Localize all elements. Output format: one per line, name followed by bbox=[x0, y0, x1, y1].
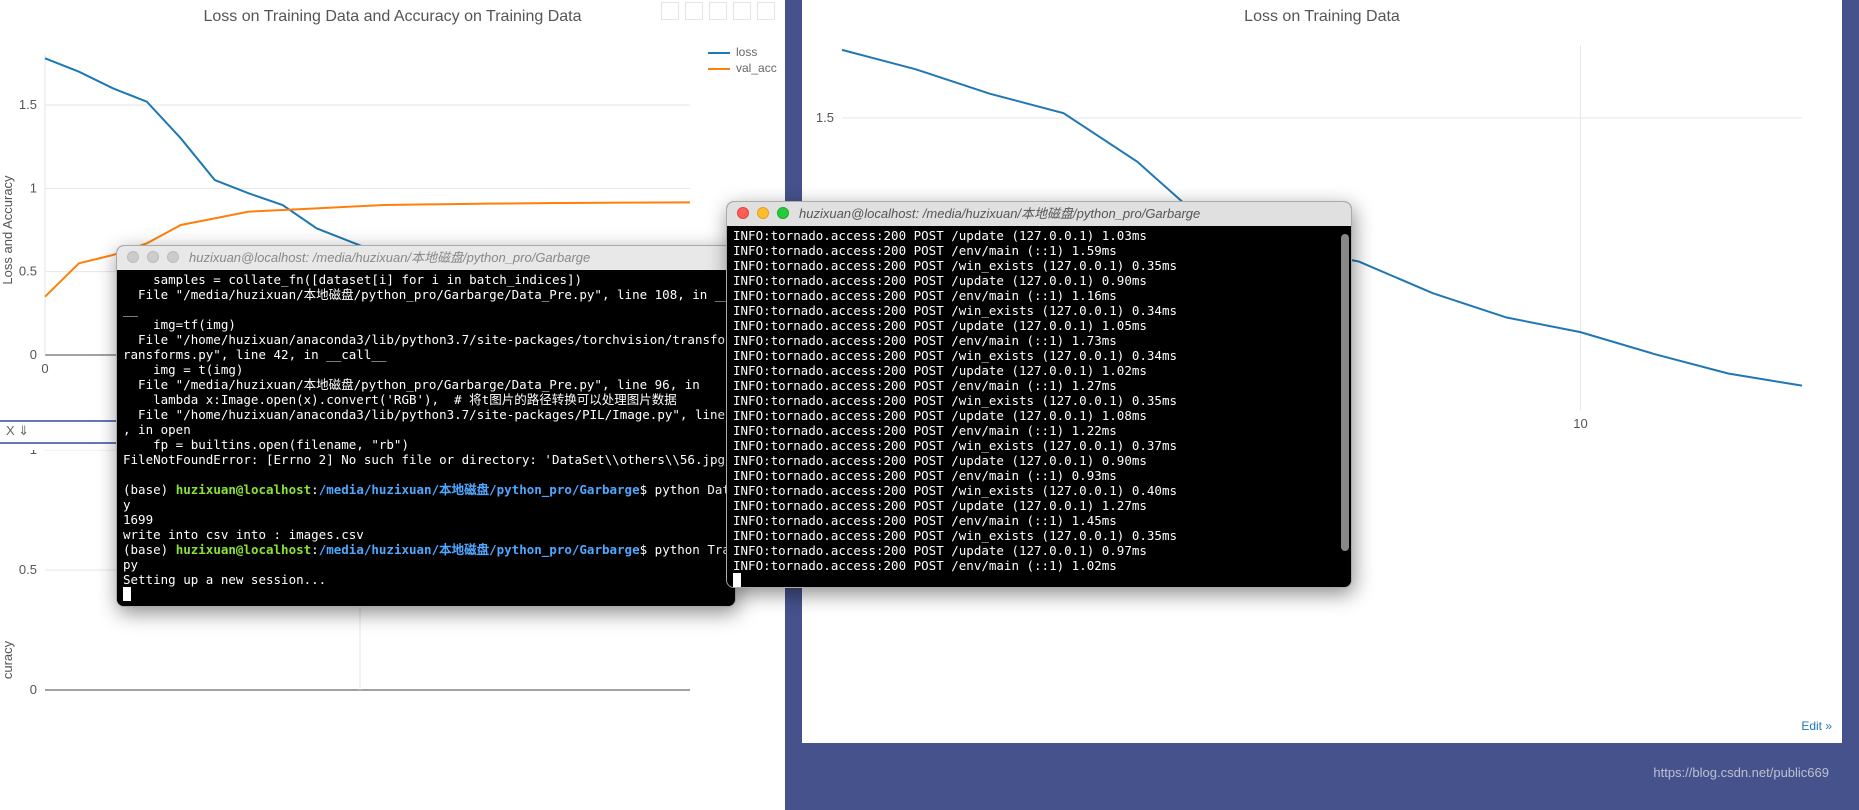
svg-text:0: 0 bbox=[30, 347, 37, 362]
terminal-right-body[interactable]: INFO:tornado.access:200 POST /update (12… bbox=[727, 226, 1351, 588]
svg-text:curacy: curacy bbox=[0, 640, 15, 679]
maximize-icon[interactable] bbox=[167, 251, 179, 263]
close-icon[interactable] bbox=[127, 251, 139, 263]
terminal-right-titlebar[interactable]: huzixuan@localhost: /media/huzixuan/本地磁盘… bbox=[727, 202, 1351, 226]
terminal-left-titlebar[interactable]: huzixuan@localhost: /media/huzixuan/本地磁盘… bbox=[117, 246, 735, 270]
terminal-left[interactable]: huzixuan@localhost: /media/huzixuan/本地磁盘… bbox=[116, 245, 736, 607]
scrollbar[interactable] bbox=[1341, 234, 1349, 551]
terminal-right[interactable]: huzixuan@localhost: /media/huzixuan/本地磁盘… bbox=[726, 201, 1352, 588]
minimize-icon[interactable] bbox=[147, 251, 159, 263]
terminal-title-text: huzixuan@localhost: /media/huzixuan/本地磁盘… bbox=[189, 250, 590, 265]
close-icon[interactable] bbox=[737, 207, 749, 219]
terminal-title-text: huzixuan@localhost: /media/huzixuan/本地磁盘… bbox=[799, 206, 1200, 221]
watermark: https://blog.csdn.net/public669 bbox=[1653, 765, 1829, 780]
svg-text:10: 10 bbox=[1573, 416, 1587, 431]
svg-text:1: 1 bbox=[30, 450, 37, 457]
edit-link[interactable]: Edit » bbox=[1801, 719, 1832, 733]
plotly-toolbar[interactable] bbox=[661, 2, 775, 20]
svg-text:1.5: 1.5 bbox=[19, 97, 37, 112]
maximize-icon[interactable] bbox=[777, 207, 789, 219]
svg-text:Loss and Accuracy: Loss and Accuracy bbox=[0, 175, 15, 285]
minimize-icon[interactable] bbox=[757, 207, 769, 219]
svg-text:1.5: 1.5 bbox=[816, 110, 834, 125]
terminal-left-body[interactable]: samples = collate_fn([dataset[i] for i i… bbox=[117, 270, 735, 607]
svg-text:0.5: 0.5 bbox=[19, 264, 37, 279]
right-chart-title: Loss on Training Data bbox=[802, 8, 1842, 26]
svg-text:0: 0 bbox=[41, 361, 48, 376]
ruler-label: X ⇓ bbox=[6, 423, 29, 439]
svg-text:0: 0 bbox=[30, 682, 37, 697]
svg-text:1: 1 bbox=[30, 180, 37, 195]
svg-text:0.5: 0.5 bbox=[19, 562, 37, 577]
